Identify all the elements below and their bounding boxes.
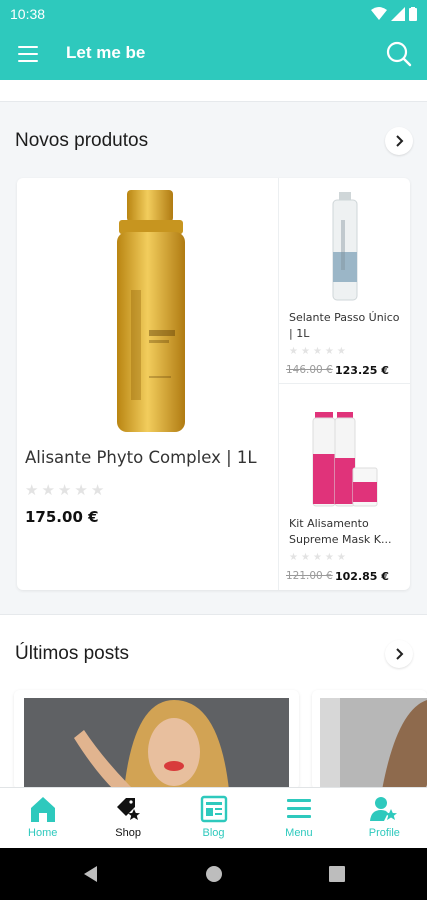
product-image-kit-alisamento: [312, 412, 378, 507]
status-icons: [371, 6, 417, 22]
shop-star-icon: [117, 798, 141, 820]
nav-shop[interactable]: Shop: [85, 788, 170, 848]
product-old-price: 146.00 €: [286, 364, 333, 376]
new-products-more-button[interactable]: [385, 127, 413, 155]
star-icon: ★: [336, 552, 346, 563]
home-icon: [30, 797, 55, 822]
product-card-kit-alisamento[interactable]: Kit Alisamento Supreme Mask K... ★ ★ ★ ★ ★ 1…: [279, 384, 410, 590]
star-icon: ★: [25, 481, 39, 499]
product-price: 123.25 €: [335, 364, 389, 377]
product-price: 102.85 €: [335, 570, 389, 583]
wifi-icon: [371, 7, 387, 20]
post-image: [320, 698, 427, 790]
star-icon: ★: [90, 481, 105, 499]
star-icon: ★: [289, 346, 298, 357]
app-bar: Let me be: [0, 28, 427, 80]
product-card-selante[interactable]: Selante Passo Único | 1L ★ ★ ★ ★ ★ 146.00 € …: [279, 178, 410, 384]
star-icon: ★: [41, 481, 55, 499]
blog-icon: [200, 795, 227, 823]
product-name: Selante Passo Único | 1L: [289, 311, 400, 340]
star-icon: ★: [57, 481, 72, 499]
chevron-right-icon: [396, 135, 404, 147]
product-old-price: 121.00 €: [286, 570, 333, 582]
recents-icon[interactable]: [329, 866, 345, 882]
home-circle-icon[interactable]: [205, 865, 223, 883]
rating-stars: ★ ★ ★ ★ ★: [289, 552, 346, 563]
star-icon: ★: [312, 552, 322, 563]
product-image-selante: [332, 192, 358, 301]
bottom-nav: Home Shop Blog Menu Profile: [0, 787, 427, 848]
product-card-main[interactable]: Alisante Phyto Complex | 1L ★ ★ ★ ★ ★ 175.00…: [17, 178, 279, 590]
nav-blog[interactable]: Blog: [171, 788, 256, 848]
top-strip: [0, 80, 427, 102]
status-time: 10:38: [10, 6, 46, 22]
nav-profile[interactable]: Profile: [342, 788, 427, 848]
products-panel: Alisante Phyto Complex | 1L ★ ★ ★ ★ ★ 175.00…: [17, 178, 410, 590]
hamburger-icon[interactable]: [14, 40, 42, 68]
nav-label-profile: Profile: [368, 827, 400, 839]
product-name: Kit Alisamento Supreme Mask K...: [289, 517, 392, 546]
status-bar: 10:38: [0, 0, 427, 28]
nav-label-home: Home: [28, 827, 58, 839]
star-icon: ★: [324, 346, 334, 357]
nav-label-blog: Blog: [202, 827, 225, 839]
star-icon: ★: [300, 552, 310, 563]
system-nav-bar: [0, 848, 427, 900]
profile-star-icon: [370, 797, 398, 821]
section-title-latest-posts: Últimos posts: [15, 643, 130, 664]
star-icon: ★: [312, 346, 322, 357]
section-title-new-products: Novos produtos: [15, 130, 149, 151]
back-icon[interactable]: [82, 865, 98, 883]
post-image: [14, 690, 289, 790]
menu-icon: [286, 799, 311, 818]
star-icon: ★: [336, 346, 346, 357]
nav-label-shop: Shop: [115, 827, 141, 839]
chevron-right-icon: [396, 648, 404, 660]
signal-icon: [391, 7, 405, 21]
nav-home[interactable]: Home: [0, 788, 85, 848]
nav-label-menu: Menu: [285, 827, 313, 839]
star-icon: ★: [324, 552, 334, 563]
product-price: 175.00 €: [25, 508, 99, 526]
star-icon: ★: [74, 481, 88, 499]
post-card[interactable]: [312, 690, 427, 790]
latest-posts-more-button[interactable]: [385, 640, 413, 668]
star-icon: ★: [289, 552, 298, 563]
product-image-phyto-complex: [117, 190, 185, 432]
battery-icon: [409, 7, 417, 21]
post-card[interactable]: [14, 690, 299, 790]
rating-stars: ★ ★ ★ ★ ★: [25, 481, 104, 499]
star-icon: ★: [300, 346, 310, 357]
search-icon[interactable]: [383, 38, 415, 70]
product-name: Alisante Phyto Complex | 1L: [25, 448, 257, 467]
rating-stars: ★ ★ ★ ★ ★: [289, 346, 346, 357]
nav-menu[interactable]: Menu: [256, 788, 341, 848]
app-title: Let me be: [66, 43, 146, 62]
